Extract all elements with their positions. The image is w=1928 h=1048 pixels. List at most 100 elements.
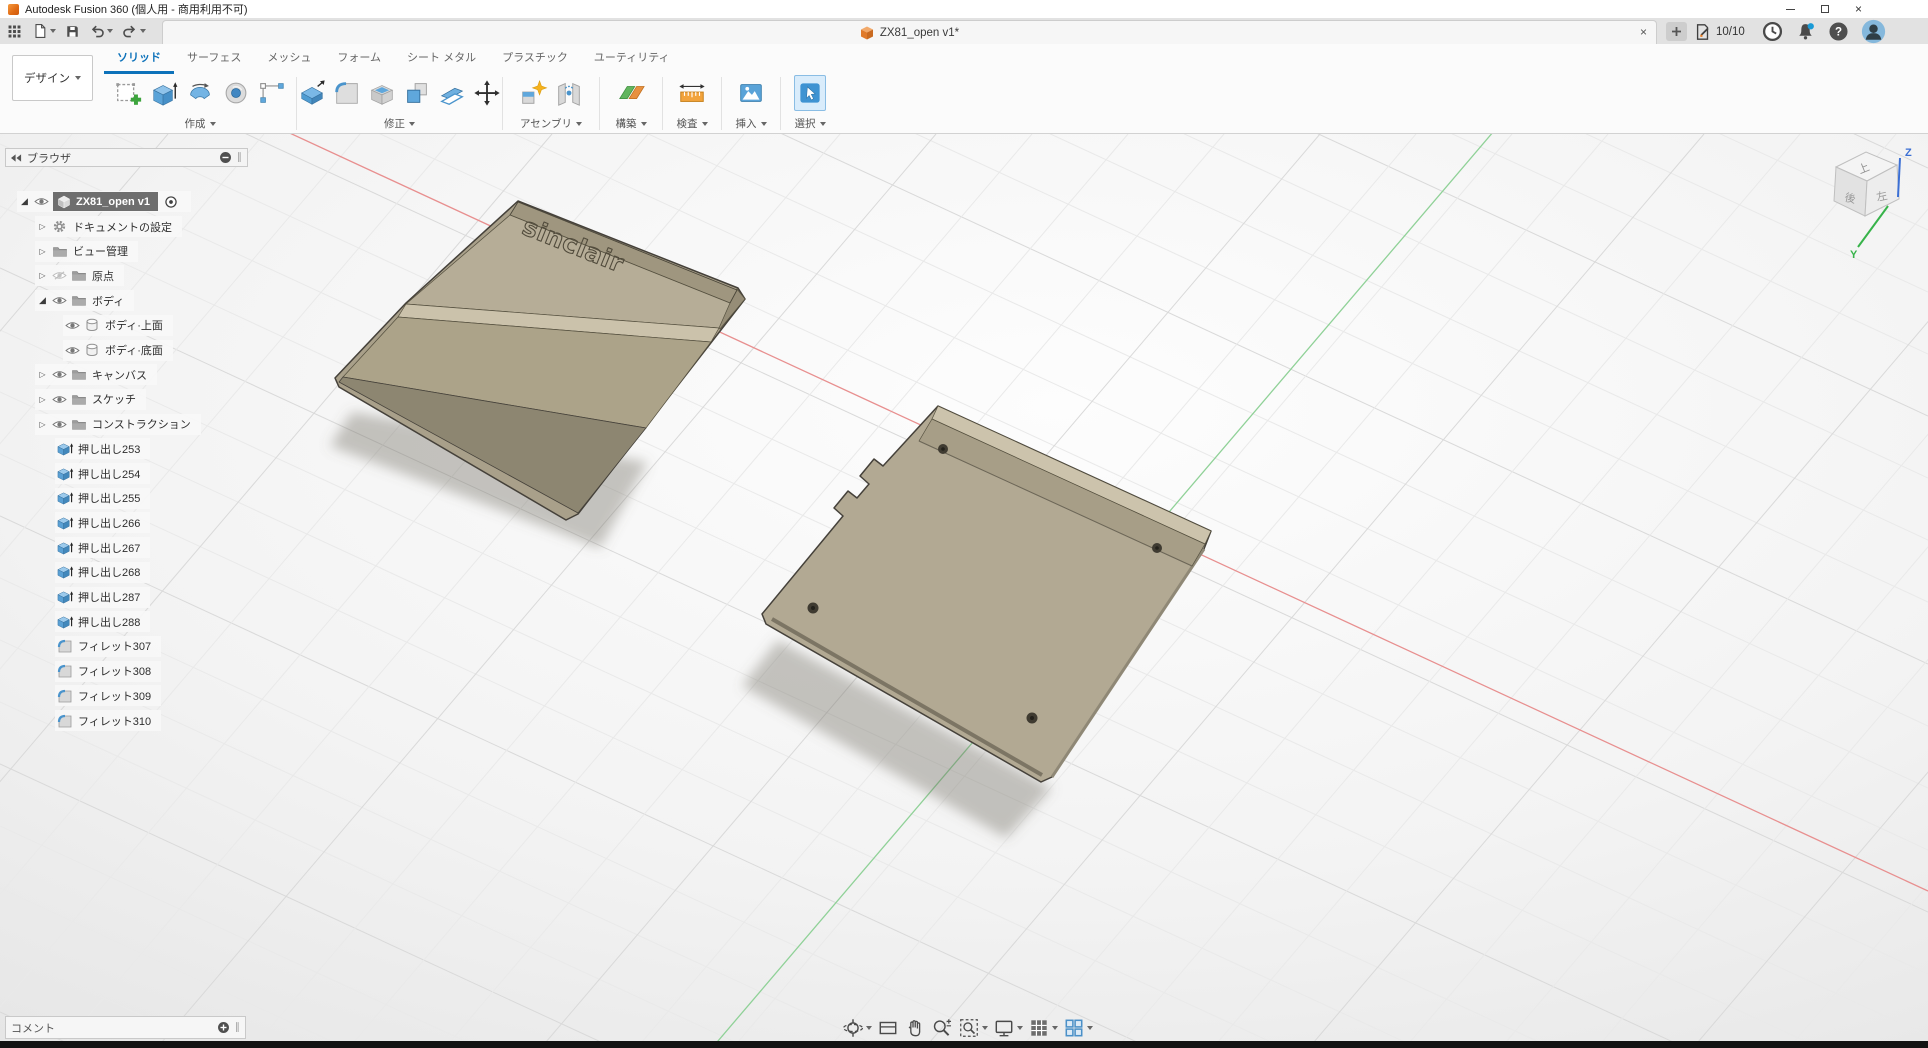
- workspace-selector[interactable]: デザイン: [12, 55, 93, 101]
- add-comment-icon[interactable]: [217, 1021, 230, 1034]
- orbit-button[interactable]: [842, 1017, 872, 1039]
- sketch-dimension-button[interactable]: [256, 75, 288, 111]
- visibility-eye-icon[interactable]: [50, 295, 69, 306]
- feature-extrude[interactable]: 押し出し267: [55, 537, 150, 558]
- tab-form[interactable]: フォーム: [324, 45, 394, 74]
- construction-plane-button[interactable]: [615, 75, 647, 111]
- panel-create-label[interactable]: 作成: [104, 114, 296, 131]
- look-at-button[interactable]: [877, 1017, 899, 1039]
- browser-item-construction[interactable]: ▷ コンストラクション: [35, 414, 201, 435]
- combine-button[interactable]: [402, 75, 433, 111]
- help-icon[interactable]: [1828, 21, 1849, 42]
- feature-fillet[interactable]: フィレット307: [55, 636, 161, 657]
- tab-solid[interactable]: ソリッド: [104, 45, 174, 74]
- tab-plastic[interactable]: プラスチック: [489, 45, 581, 74]
- fillet-button[interactable]: [332, 75, 363, 111]
- browser-item-bodies[interactable]: ◢ ボディ: [35, 290, 134, 311]
- activate-component-icon[interactable]: [162, 195, 181, 209]
- panel-select-label[interactable]: 選択: [781, 114, 839, 131]
- close-window-button[interactable]: ×: [1855, 0, 1862, 18]
- new-component-button[interactable]: [517, 75, 549, 111]
- joint-button[interactable]: [553, 75, 585, 111]
- insert-button[interactable]: [735, 75, 767, 111]
- tab-sheet-metal[interactable]: シート メタル: [394, 45, 489, 74]
- panel-modify-label[interactable]: 修正: [297, 114, 502, 131]
- revolve-button[interactable]: [184, 75, 216, 111]
- feature-fillet[interactable]: フィレット310: [55, 710, 161, 731]
- feature-extrude[interactable]: 押し出し287: [55, 587, 150, 608]
- redo-button[interactable]: [122, 23, 146, 39]
- panel-assemble-label[interactable]: アセンブリ: [503, 114, 599, 131]
- browser-item-body-bottom[interactable]: ボディ·底面: [63, 340, 173, 361]
- viewport-canvas[interactable]: sinclair 上 後 左 Z Y: [0, 0, 1928, 1048]
- select-button[interactable]: [794, 75, 826, 111]
- visibility-eye-icon[interactable]: [50, 419, 69, 430]
- document-tab[interactable]: ZX81_open v1* ×: [162, 20, 1657, 44]
- tab-surface[interactable]: サーフェス: [174, 45, 254, 74]
- feature-extrude[interactable]: 押し出し253: [55, 438, 150, 459]
- expand-icon[interactable]: ▷: [35, 271, 50, 280]
- save-button[interactable]: [65, 24, 80, 39]
- panel-inspect-label[interactable]: 検査: [663, 114, 721, 131]
- expand-icon[interactable]: ▷: [35, 370, 50, 379]
- create-sketch-button[interactable]: [112, 75, 144, 111]
- feature-extrude[interactable]: 押し出し254: [55, 463, 150, 484]
- expand-icon[interactable]: ▷: [35, 247, 50, 256]
- browser-item-document-settings[interactable]: ▷ ドキュメントの設定: [35, 216, 182, 237]
- expand-icon[interactable]: ◢: [35, 295, 50, 306]
- tab-utilities[interactable]: ユーティリティ: [581, 45, 683, 74]
- minimize-button[interactable]: [1786, 9, 1795, 10]
- browser-item-named-views[interactable]: ▷ ビュー管理: [35, 241, 138, 262]
- browser-root-item[interactable]: ◢ ZX81_open v1: [17, 191, 191, 212]
- maximize-button[interactable]: [1821, 5, 1829, 13]
- feature-extrude[interactable]: 押し出し266: [55, 512, 150, 533]
- close-document-icon[interactable]: ×: [1640, 25, 1647, 39]
- file-menu-button[interactable]: [32, 23, 56, 39]
- offset-face-button[interactable]: [436, 75, 467, 111]
- panel-grip[interactable]: ∥: [235, 1022, 240, 1033]
- extrude-button[interactable]: [148, 75, 180, 111]
- zoom-button[interactable]: [931, 1017, 953, 1039]
- credits-indicator[interactable]: 10/10: [1694, 21, 1745, 43]
- expand-icon[interactable]: ▷: [35, 395, 50, 404]
- visibility-eye-icon[interactable]: [63, 320, 82, 331]
- visibility-eye-off-icon[interactable]: [50, 270, 69, 281]
- shell-button[interactable]: [367, 75, 398, 111]
- feature-extrude[interactable]: 押し出し268: [55, 562, 150, 583]
- pan-button[interactable]: [904, 1017, 926, 1039]
- feature-extrude[interactable]: 押し出し288: [55, 611, 150, 632]
- measure-button[interactable]: [676, 75, 708, 111]
- comment-bar[interactable]: コメント ∥: [5, 1016, 246, 1039]
- job-status-icon[interactable]: [1762, 21, 1783, 42]
- visibility-eye-icon[interactable]: [50, 394, 69, 405]
- grid-snap-button[interactable]: [1028, 1017, 1058, 1039]
- visibility-eye-icon[interactable]: [50, 369, 69, 380]
- browser-item-origin[interactable]: ▷ 原点: [35, 265, 124, 286]
- collapse-panel-icon[interactable]: [11, 154, 22, 162]
- display-settings-button[interactable]: [993, 1017, 1023, 1039]
- browser-header[interactable]: ブラウザ ∥: [5, 148, 248, 167]
- visibility-eye-icon[interactable]: [63, 345, 82, 356]
- panel-display-toggle-icon[interactable]: [219, 151, 232, 164]
- fit-button[interactable]: [958, 1017, 988, 1039]
- avatar[interactable]: [1861, 19, 1886, 44]
- app-grid-icon[interactable]: [6, 23, 23, 40]
- feature-extrude[interactable]: 押し出し255: [55, 488, 150, 509]
- hole-button[interactable]: [220, 75, 252, 111]
- feature-fillet[interactable]: フィレット308: [55, 661, 161, 682]
- notifications-icon[interactable]: [1795, 21, 1816, 42]
- viewports-button[interactable]: [1063, 1017, 1093, 1039]
- feature-fillet[interactable]: フィレット309: [55, 685, 161, 706]
- visibility-eye-icon[interactable]: [32, 196, 51, 207]
- panel-construct-label[interactable]: 構築: [600, 114, 662, 131]
- expand-icon[interactable]: ▷: [35, 420, 50, 429]
- expand-icon[interactable]: ▷: [35, 222, 50, 231]
- browser-item-body-top[interactable]: ボディ·上面: [63, 315, 173, 336]
- panel-insert-label[interactable]: 挿入: [722, 114, 780, 131]
- new-document-button[interactable]: [1666, 22, 1687, 41]
- browser-item-sketches[interactable]: ▷ スケッチ: [35, 389, 146, 410]
- browser-item-canvases[interactable]: ▷ キャンバス: [35, 364, 157, 385]
- expand-icon[interactable]: ◢: [17, 196, 32, 207]
- move-copy-button[interactable]: [471, 75, 502, 111]
- undo-button[interactable]: [89, 23, 113, 39]
